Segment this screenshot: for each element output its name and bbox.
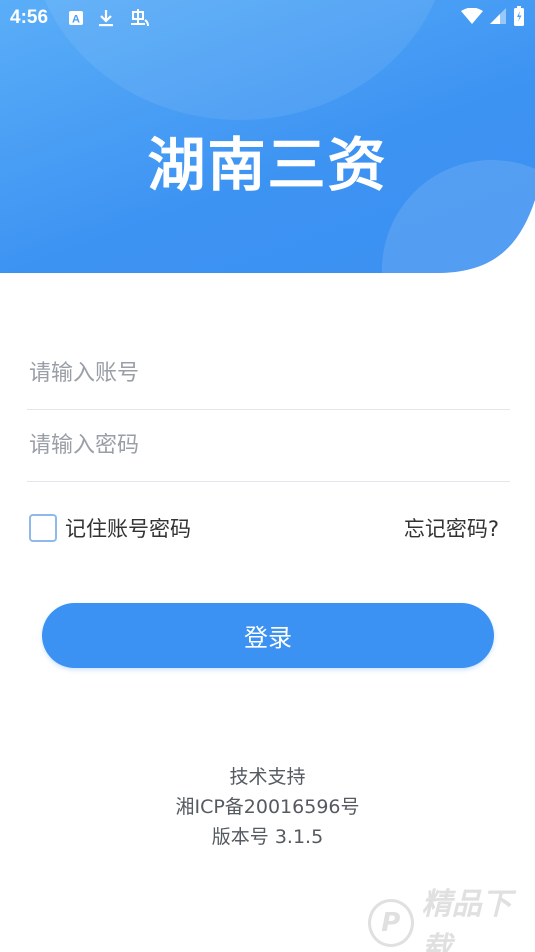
- signal-icon: [489, 7, 507, 29]
- password-field: [27, 410, 510, 482]
- password-input[interactable]: [27, 433, 510, 458]
- wifi-icon: [461, 7, 483, 28]
- account-input[interactable]: [27, 361, 510, 386]
- app-title: 湖南三资: [147, 131, 388, 199]
- sheet-curve: [0, 200, 535, 360]
- icp-text: 湘ICP备20016596号: [175, 796, 360, 818]
- bug-icon: [128, 8, 150, 28]
- watermark-logo-icon: P: [368, 898, 414, 947]
- watermark-text: 精品下载: [421, 886, 512, 952]
- tech-support-text: 技术支持: [229, 766, 306, 788]
- a-badge-icon: A: [68, 10, 84, 26]
- remember-row: 记住账号密码 忘记密码?: [29, 511, 499, 545]
- svg-text:A: A: [72, 14, 80, 26]
- status-bar: 4:56 A: [0, 0, 535, 36]
- login-button[interactable]: 登录: [42, 603, 494, 668]
- remember-label[interactable]: 记住账号密码: [65, 513, 191, 543]
- remember-checkbox[interactable]: [29, 514, 57, 542]
- download-icon: [98, 9, 114, 27]
- footer: 技术支持 湘ICP备20016596号 版本号 3.1.5: [0, 762, 535, 852]
- version-text: 版本号 3.1.5: [211, 826, 324, 848]
- account-field: [27, 338, 510, 410]
- forgot-password-link[interactable]: 忘记密码?: [404, 513, 499, 543]
- watermark: P 精品下载: [368, 887, 535, 952]
- battery-icon: [513, 6, 525, 30]
- status-time: 4:56: [10, 7, 49, 28]
